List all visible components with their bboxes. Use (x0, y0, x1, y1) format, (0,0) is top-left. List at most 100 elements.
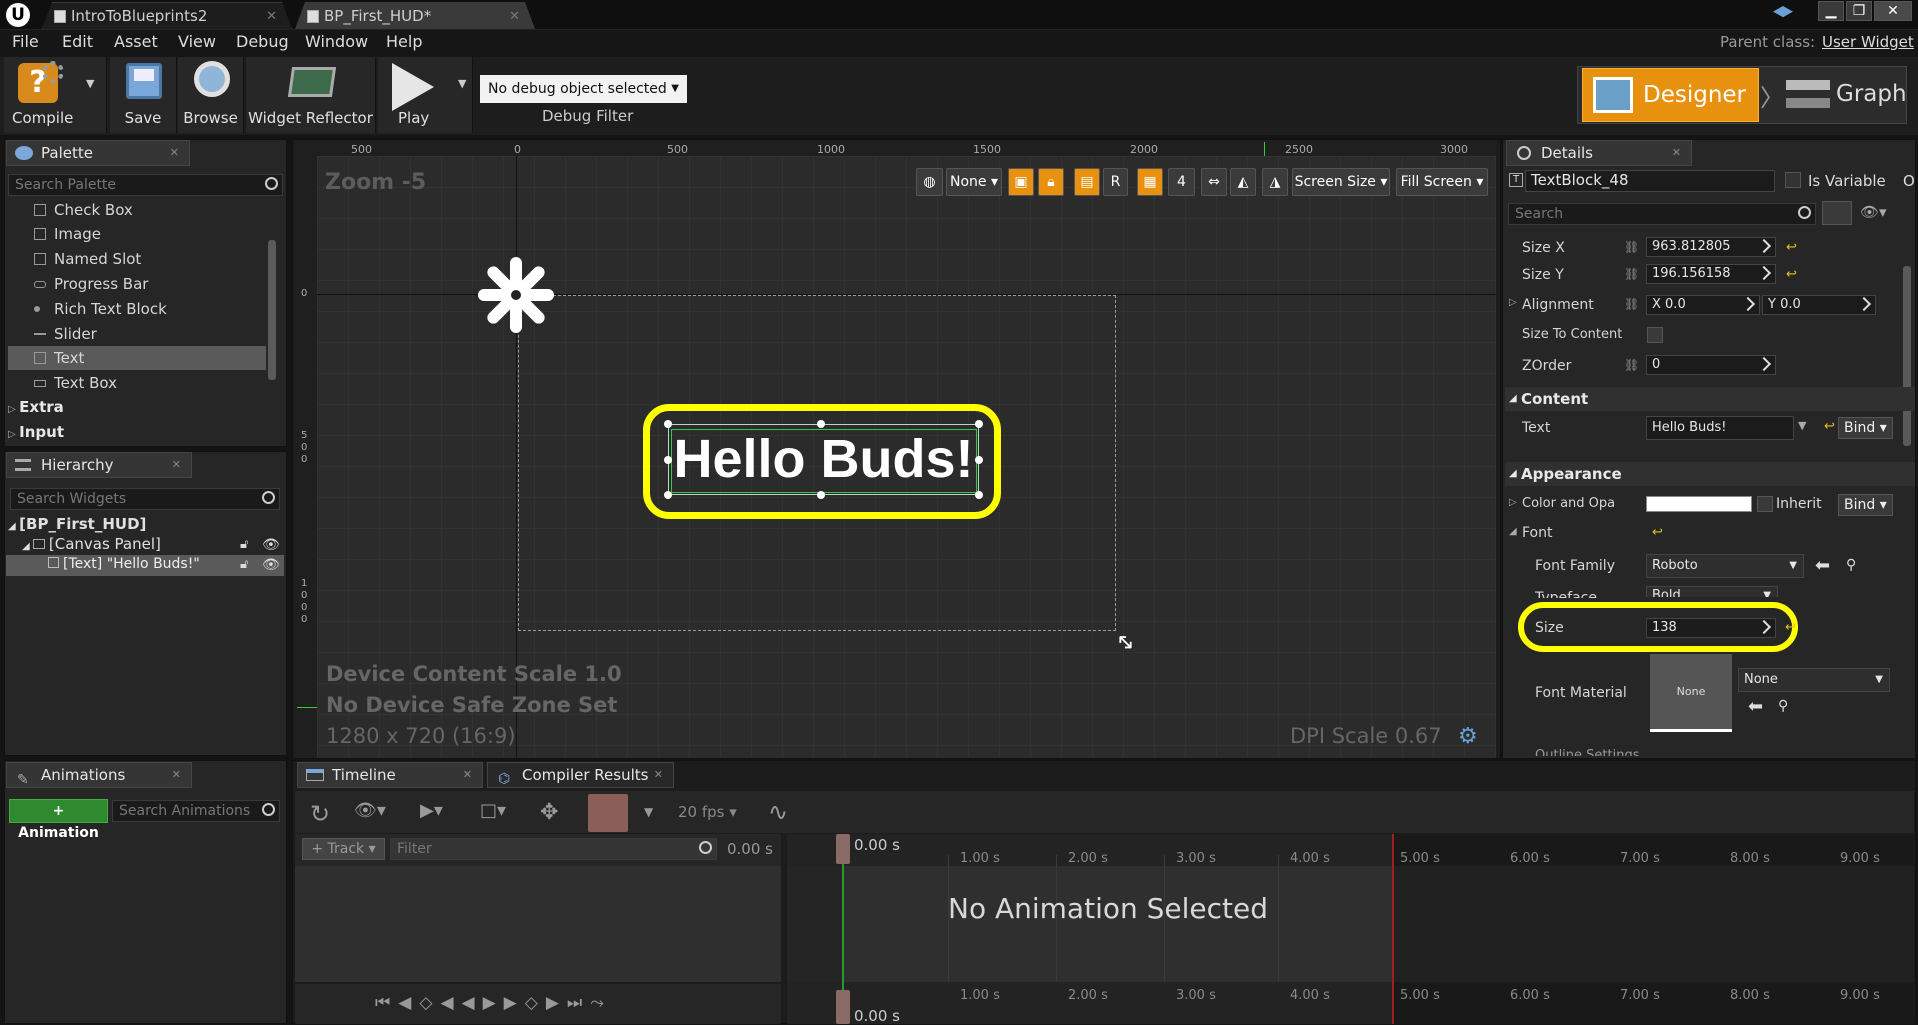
palette-search-input[interactable]: Search Palette (8, 174, 283, 196)
resize-handle[interactable] (664, 456, 672, 464)
reset-icon[interactable]: ↩ (1786, 267, 1797, 282)
palette-section-input[interactable]: ▷ Input (8, 423, 64, 441)
tab-introtoblueprints2[interactable]: IntroToBlueprints2 ✕ (42, 2, 292, 29)
screen-size-dropdown[interactable]: Screen Size ▾ (1292, 168, 1390, 196)
details-scrollbar[interactable] (1903, 266, 1911, 446)
lock-icon[interactable]: 🔓︎ (240, 537, 248, 552)
resize-handle[interactable] (817, 491, 825, 499)
chevron-down-icon[interactable]: ▼ (644, 805, 653, 819)
hierarchy-search-input[interactable]: Search Widgets (10, 488, 280, 510)
details-search-input[interactable]: Search (1508, 203, 1816, 225)
palette-item-image[interactable]: Image (8, 222, 266, 246)
collapse-icon[interactable]: ◢ (1509, 526, 1517, 537)
zorder-field[interactable]: 0 (1646, 355, 1776, 375)
expand-icon[interactable]: ▷ (1509, 497, 1517, 508)
palette-scrollbar[interactable] (268, 240, 276, 380)
grid-size-dropdown[interactable]: 4 (1168, 168, 1195, 196)
image-preview-icon[interactable]: ◭ (1230, 168, 1256, 196)
alignment-x-field[interactable]: X 0.0 (1646, 295, 1760, 315)
lock-icon[interactable]: 🔓︎ (240, 557, 248, 572)
menu-file[interactable]: File (12, 32, 39, 51)
parent-class-link[interactable]: User Widget (1822, 33, 1914, 51)
chevron-down-icon[interactable]: ▼ (86, 77, 94, 90)
fill-screen-dropdown[interactable]: Fill Screen ▾ (1396, 168, 1488, 196)
size-x-field[interactable]: 963.812805 (1646, 237, 1776, 257)
widget-name-field[interactable]: TextBlock_48 (1525, 170, 1775, 192)
resize-handle[interactable] (664, 420, 672, 428)
reset-icon[interactable]: ↩ (1785, 620, 1796, 635)
globe-icon[interactable]: ◍ (916, 168, 943, 196)
color-bind-button[interactable]: Bind ▾ (1838, 494, 1893, 516)
close-icon[interactable]: ✕ (463, 763, 472, 787)
menu-window[interactable]: Window (305, 32, 368, 51)
widget-reflector-button[interactable]: Widget Reflector (246, 57, 376, 133)
alignment-y-field[interactable]: Y 0.0 (1762, 295, 1876, 315)
browse-icon[interactable]: ⚲ (1846, 557, 1856, 573)
close-icon[interactable]: ✕ (170, 141, 179, 165)
arrow-left-icon[interactable]: ⬅ (1815, 555, 1830, 576)
playhead-handle-bottom[interactable] (836, 990, 850, 1024)
transport-controls-icon[interactable]: ⏮◀◇◀◀▶▶◇▶⏭⤳ (375, 993, 612, 1013)
palette-section-extra[interactable]: ▷ Extra (8, 398, 64, 416)
menu-debug[interactable]: Debug (236, 32, 289, 51)
size-y-field[interactable]: 196.156158 (1646, 264, 1776, 284)
resize-handle[interactable] (664, 491, 672, 499)
key-icon[interactable] (588, 794, 628, 832)
font-size-field[interactable]: 138 (1646, 618, 1776, 638)
font-family-select[interactable]: Roboto ▼ (1646, 554, 1804, 578)
close-window-button[interactable]: ✕ (1874, 1, 1912, 21)
tab-animations[interactable]: ✎ Animations ✕ (6, 762, 192, 788)
font-material-select[interactable]: None ▼ (1738, 668, 1890, 692)
eye-icon[interactable]: 👁︎▾ (354, 800, 386, 821)
palette-item-named-slot[interactable]: Named Slot (8, 247, 266, 271)
expand-icon[interactable]: ▷ (1509, 297, 1517, 308)
close-icon[interactable]: ✕ (172, 453, 181, 477)
box-icon[interactable]: □▾ (480, 800, 506, 821)
close-icon[interactable]: ✕ (266, 3, 277, 30)
outline-toggle-icon[interactable]: ▣ (1008, 168, 1034, 196)
menu-asset[interactable]: Asset (114, 32, 158, 51)
none-dropdown[interactable]: None ▾ (946, 168, 1002, 196)
text-value-field[interactable]: Hello Buds! (1646, 416, 1794, 440)
palette-item-slider[interactable]: Slider (8, 322, 266, 346)
tab-compiler-results[interactable]: ⌬ Compiler Results ✕ (487, 762, 674, 788)
tab-details[interactable]: Details ✕ (1506, 140, 1692, 166)
hierarchy-text-item[interactable]: [Text] "Hello Buds!" (48, 556, 200, 572)
lock-toggle-icon[interactable]: 🔒︎ (1038, 168, 1064, 196)
mirror-icon[interactable]: ◮ (1262, 168, 1288, 196)
track-filter-input[interactable]: Filter (390, 838, 717, 860)
add-animation-button[interactable]: + Animation (9, 799, 108, 841)
playhead-handle[interactable] (836, 834, 850, 864)
text-bind-button[interactable]: Bind ▾ (1838, 417, 1893, 439)
play-button[interactable]: Play ▼ (378, 57, 473, 133)
tab-hierarchy[interactable]: Hierarchy ✕ (6, 452, 192, 478)
reset-icon[interactable]: ↩ (1824, 419, 1835, 434)
palette-item-text-box[interactable]: Text Box (8, 371, 266, 395)
hierarchy-root[interactable]: ◢ [BP_First_HUD] (8, 515, 146, 533)
animations-search-input[interactable]: Search Animations (112, 800, 280, 822)
appearance-section-header[interactable]: ◢ Appearance (1505, 462, 1915, 486)
options-label[interactable]: Op (1903, 172, 1916, 190)
anchor-icon[interactable] (478, 257, 554, 333)
is-variable-checkbox[interactable] (1785, 172, 1801, 188)
close-icon[interactable]: ✕ (1672, 141, 1681, 165)
move-icon[interactable]: ✥ (540, 800, 558, 825)
chevron-down-icon[interactable]: ▼ (1798, 419, 1806, 432)
play-icon[interactable]: ▶▾ (420, 800, 443, 821)
maximize-button[interactable]: ❐ (1846, 1, 1872, 21)
arrow-left-icon[interactable]: ⬅ (1748, 696, 1763, 717)
fps-dropdown[interactable]: 20 fps ▾ (678, 803, 737, 821)
graph-mode-button[interactable]: Graph (1782, 68, 1907, 122)
hierarchy-canvas-panel[interactable]: ◢ [Canvas Panel] (22, 535, 161, 553)
respect-locks-button[interactable]: R (1103, 168, 1128, 196)
resize-handle[interactable] (975, 491, 983, 499)
compile-button[interactable]: ? Compile ▼ (4, 57, 107, 133)
reset-icon[interactable]: ↩ (1652, 525, 1663, 540)
flip-icon[interactable]: ⇔ (1201, 168, 1227, 196)
reset-icon[interactable]: ↩ (1786, 240, 1797, 255)
designer-mode-button[interactable]: Designer (1582, 68, 1759, 122)
tab-timeline[interactable]: Timeline ✕ (297, 762, 483, 788)
save-button[interactable]: Save (110, 57, 177, 133)
palette-item-text[interactable]: Text (8, 346, 266, 370)
palette-item-progress-bar[interactable]: Progress Bar (8, 272, 266, 296)
